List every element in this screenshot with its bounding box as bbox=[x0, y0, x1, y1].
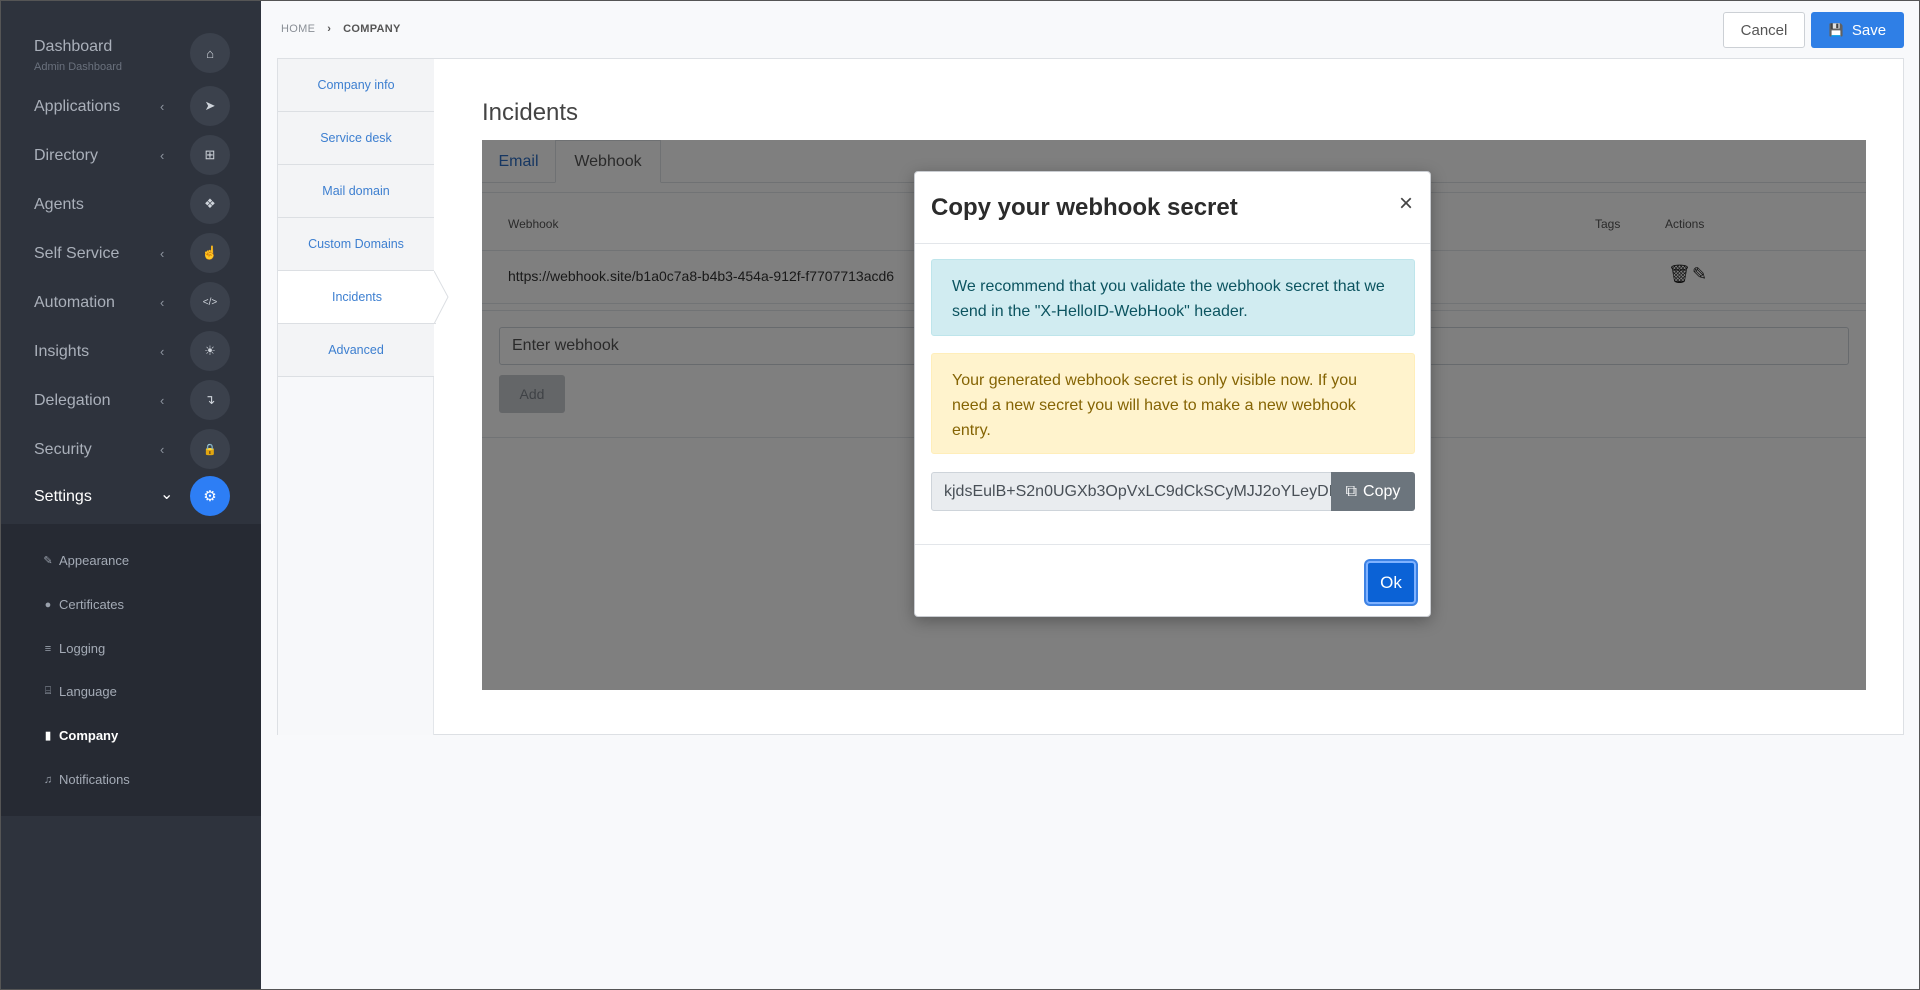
tab-service-desk[interactable]: Service desk bbox=[278, 112, 434, 165]
copy-button-label: Copy bbox=[1363, 482, 1401, 500]
submenu-item-notifications[interactable]: ♫ Notifications bbox=[42, 772, 130, 787]
rocket-icon: ➤ bbox=[190, 86, 230, 126]
floppy-disk-icon: 💾 bbox=[1828, 23, 1844, 37]
submenu-item-label: Notifications bbox=[59, 772, 130, 787]
secret-field[interactable]: kjdsEulB+S2n0UGXb3OpVxLC9dCkSCyMJJ2oYLey… bbox=[931, 472, 1332, 511]
cancel-button[interactable]: Cancel bbox=[1723, 12, 1805, 48]
divider bbox=[915, 544, 1430, 545]
copy-icon: ⧉ bbox=[1345, 482, 1358, 500]
sidebar-item-insights[interactable]: Insights ‹ ☀ bbox=[0, 331, 261, 375]
sidebar-item-label: Applications bbox=[34, 98, 121, 115]
sidebar-item-settings[interactable]: Settings ⌄ ⚙ bbox=[0, 476, 261, 520]
save-button[interactable]: 💾 Save bbox=[1811, 12, 1904, 48]
hand-pointer-icon: ☝ bbox=[190, 233, 230, 273]
tab-incidents[interactable]: Incidents bbox=[278, 271, 436, 324]
top-bar: HOME › COMPANY Cancel 💾 Save bbox=[261, 0, 1920, 57]
submenu-item-label: Language bbox=[59, 684, 117, 699]
sidebar-item-label: Insights bbox=[34, 343, 90, 360]
sidebar-item-label: Settings bbox=[34, 488, 92, 505]
sidebar-item-security[interactable]: Security ‹ 🔒 bbox=[0, 429, 261, 473]
chevron-left-icon: ‹ bbox=[160, 148, 165, 163]
chevron-left-icon: ‹ bbox=[160, 442, 165, 457]
submenu-item-certificates[interactable]: ● Certificates bbox=[42, 597, 124, 612]
submenu-item-label: Logging bbox=[59, 641, 106, 656]
submenu-item-appearance[interactable]: ✎ Appearance bbox=[42, 553, 129, 568]
sidebar-item-label: Self Service bbox=[34, 245, 120, 262]
info-alert: We recommend that you validate the webho… bbox=[931, 259, 1415, 336]
sidebar-item-agents[interactable]: Agents ❖ bbox=[0, 184, 261, 228]
settings-submenu: ✎ Appearance ● Certificates ≡ Logging ⌸ … bbox=[0, 524, 261, 816]
sidebar-item-label: Directory bbox=[34, 147, 99, 164]
lightbulb-icon: ☀ bbox=[190, 331, 230, 371]
submenu-item-label: Appearance bbox=[59, 553, 130, 568]
tab-custom-domains[interactable]: Custom Domains bbox=[278, 218, 434, 271]
submenu-item-label: Company bbox=[59, 728, 119, 743]
breadcrumb-home[interactable]: HOME bbox=[281, 23, 315, 35]
breadcrumb: HOME › COMPANY bbox=[281, 23, 401, 35]
chevron-down-icon: ⌄ bbox=[160, 486, 174, 503]
ok-button[interactable]: Ok bbox=[1366, 561, 1416, 604]
page-title: Incidents bbox=[482, 99, 579, 126]
sitemap-icon: ⊞ bbox=[190, 135, 230, 175]
bell-icon: ♫ bbox=[43, 773, 53, 786]
chevron-left-icon: ‹ bbox=[160, 295, 165, 310]
divider bbox=[915, 243, 1430, 244]
chevron-left-icon: ‹ bbox=[160, 99, 165, 114]
code-icon: </> bbox=[190, 282, 230, 322]
sidebar-item-sublabel: Admin Dashboard bbox=[34, 61, 123, 73]
submenu-item-company[interactable]: ▮ Company bbox=[42, 728, 118, 743]
sidebar-item-label: Dashboard bbox=[34, 38, 113, 55]
submenu-item-logging[interactable]: ≡ Logging bbox=[42, 641, 106, 656]
chevron-left-icon: ‹ bbox=[160, 393, 165, 408]
sidebar-item-label: Agents bbox=[34, 196, 84, 213]
tab-company-info[interactable]: Company info bbox=[278, 59, 434, 112]
copy-button[interactable]: ⧉ Copy bbox=[1331, 472, 1415, 511]
chevron-left-icon: ‹ bbox=[160, 246, 165, 261]
database-icon: ≡ bbox=[44, 642, 52, 655]
brush-icon: ✎ bbox=[43, 555, 53, 567]
sidebar-item-delegation[interactable]: Delegation ‹ ↴ bbox=[0, 380, 261, 424]
certificate-icon: ● bbox=[44, 598, 52, 611]
sidebar-item-label: Security bbox=[34, 441, 92, 458]
save-button-label: Save bbox=[1851, 21, 1887, 39]
sidebar-item-self-service[interactable]: Self Service ‹ ☝ bbox=[0, 233, 261, 277]
sidebar-item-label: Automation bbox=[34, 294, 115, 311]
building-icon: ▮ bbox=[44, 730, 52, 742]
warning-alert: Your generated webhook secret is only vi… bbox=[931, 353, 1415, 454]
chevron-right-icon: › bbox=[327, 23, 332, 35]
vertical-tabs: Company info Service desk Mail domain Cu… bbox=[278, 59, 449, 735]
level-down-icon: ↴ bbox=[190, 380, 230, 420]
sidebar: Dashboard Admin Dashboard ⌂ Applications… bbox=[0, 0, 261, 990]
gear-icon: ⚙ bbox=[190, 476, 230, 516]
close-icon[interactable]: × bbox=[1399, 192, 1413, 216]
home-icon: ⌂ bbox=[190, 33, 230, 73]
language-icon: ⌸ bbox=[44, 685, 52, 697]
tab-mail-domain[interactable]: Mail domain bbox=[278, 165, 434, 218]
breadcrumb-current: COMPANY bbox=[343, 23, 401, 35]
tab-advanced[interactable]: Advanced bbox=[278, 324, 434, 377]
sidebar-item-directory[interactable]: Directory ‹ ⊞ bbox=[0, 135, 261, 179]
active-tab-arrow bbox=[434, 271, 449, 324]
modal-title: Copy your webhook secret bbox=[931, 194, 1238, 221]
sidebar-item-applications[interactable]: Applications ‹ ➤ bbox=[0, 86, 261, 130]
lock-icon: 🔒 bbox=[190, 429, 230, 469]
webhook-secret-modal: Copy your webhook secret × We recommend … bbox=[914, 171, 1431, 617]
submenu-item-language[interactable]: ⌸ Language bbox=[42, 684, 117, 699]
sidebar-item-automation[interactable]: Automation ‹ </> bbox=[0, 282, 261, 326]
sidebar-item-dashboard[interactable]: Dashboard Admin Dashboard ⌂ bbox=[0, 32, 261, 76]
cubes-icon: ❖ bbox=[190, 184, 230, 224]
chevron-left-icon: ‹ bbox=[160, 344, 165, 359]
sidebar-item-label: Delegation bbox=[34, 392, 111, 409]
submenu-item-label: Certificates bbox=[59, 597, 125, 612]
